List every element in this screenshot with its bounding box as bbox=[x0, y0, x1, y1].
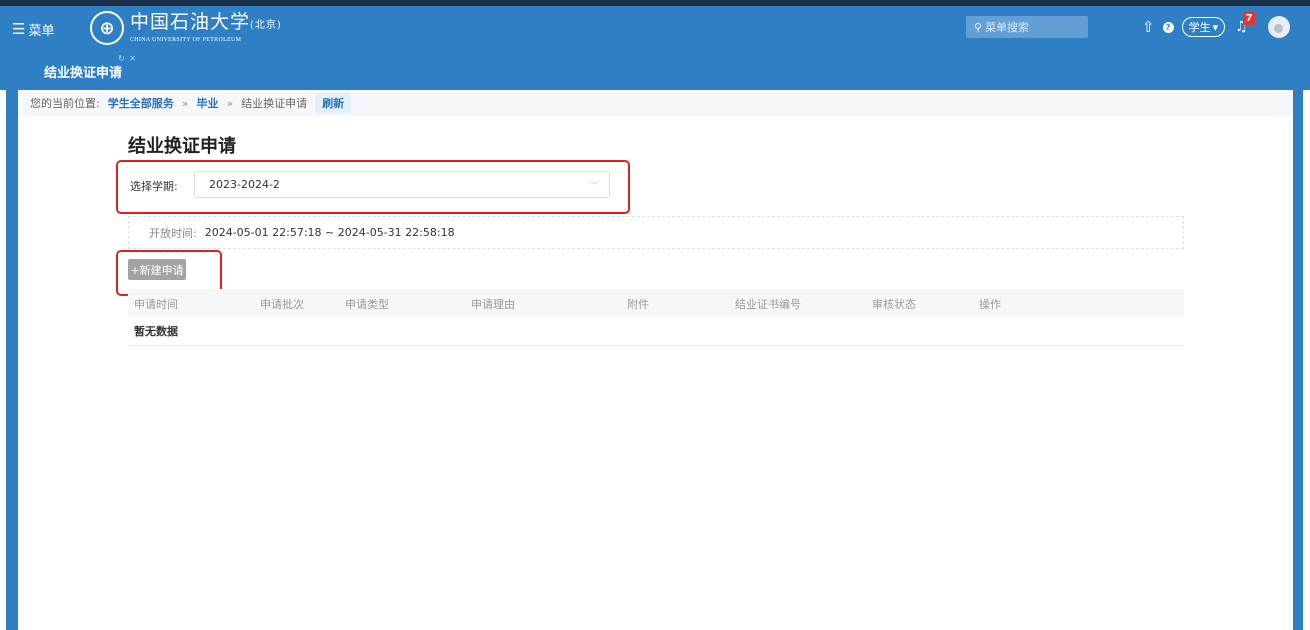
chevron-down-icon: ﹀ bbox=[589, 182, 599, 192]
breadcrumb-item-graduation[interactable]: 毕业 bbox=[196, 95, 218, 111]
page-title: 结业换证申请 bbox=[128, 136, 236, 157]
column-header: 申请理由 bbox=[471, 298, 515, 311]
user-icon bbox=[1274, 24, 1284, 33]
logo-text: 中国石油大学(北京) CHINA UNIVERSITY OF PETROLEUM bbox=[130, 12, 282, 44]
top-strip bbox=[0, 0, 1310, 6]
breadcrumb-item-current: 结业换证申请 bbox=[241, 97, 308, 110]
logo-cn-suffix: (北京) bbox=[250, 20, 282, 31]
breadcrumb: 您的当前位置: 学生全部服务 » 毕业 » 结业换证申请 刷新 bbox=[18, 90, 1293, 116]
menu-search-input[interactable] bbox=[985, 20, 1076, 34]
breadcrumb-prefix: 您的当前位置: bbox=[30, 97, 100, 110]
semester-select[interactable]: 2023-2024-2 ﹀ bbox=[194, 171, 610, 198]
university-emblem-icon: ⊕ bbox=[90, 11, 124, 45]
column-header: 申请类型 bbox=[345, 298, 389, 311]
column-header: 申请批次 bbox=[260, 298, 304, 311]
new-application-button[interactable]: +新建申请 bbox=[128, 259, 186, 280]
open-time-label: 开放时间: bbox=[149, 226, 197, 240]
hamburger-icon: ☰ bbox=[12, 20, 26, 38]
column-header: 申请时间 bbox=[134, 298, 178, 311]
table-header: 申请时间 申请批次 申请类型 申请理由 附件 结业证书编号 审核状态 操作 bbox=[128, 289, 1184, 317]
close-tab-icon[interactable]: ✕ bbox=[129, 54, 137, 63]
breadcrumb-separator: » bbox=[226, 96, 234, 110]
logo-en: CHINA UNIVERSITY OF PETROLEUM bbox=[130, 37, 242, 43]
column-header: 结业证书编号 bbox=[735, 298, 801, 311]
role-label: 学生 bbox=[1188, 21, 1211, 34]
logo-cn: 中国石油大学 bbox=[130, 11, 251, 33]
content-frame: 您的当前位置: 学生全部服务 » 毕业 » 结业换证申请 刷新 结业换证申请 选… bbox=[6, 90, 1303, 630]
semester-value: 2023-2024-2 bbox=[209, 178, 280, 191]
avatar[interactable] bbox=[1267, 16, 1290, 38]
semester-label: 选择学期: bbox=[130, 180, 178, 193]
theme-shirt-icon[interactable]: ⇧ bbox=[1142, 18, 1155, 36]
menu-search[interactable]: ⚲ bbox=[966, 16, 1088, 38]
tab-bar: 结业换证申请 ↻ ✕ bbox=[0, 52, 1310, 90]
open-time-value: 2024-05-01 22:57:18 ~ 2024-05-31 22:58:1… bbox=[204, 226, 455, 239]
column-header: 操作 bbox=[979, 298, 1001, 311]
notification-bell[interactable]: ♫ 7 bbox=[1235, 12, 1256, 35]
refresh-button[interactable]: 刷新 bbox=[315, 93, 352, 113]
search-icon: ⚲ bbox=[974, 20, 983, 34]
open-time-panel: 开放时间: 2024-05-01 22:57:18 ~ 2024-05-31 2… bbox=[128, 216, 1184, 249]
menu-label: 菜单 bbox=[28, 24, 55, 39]
refresh-tab-icon[interactable]: ↻ bbox=[118, 54, 126, 63]
table-empty-row: 暂无数据 bbox=[128, 317, 1184, 346]
caret-down-icon: ▾ bbox=[1212, 20, 1219, 34]
column-header: 附件 bbox=[627, 298, 649, 311]
breadcrumb-item-student-services[interactable]: 学生全部服务 bbox=[108, 95, 174, 111]
tab-tools: ↻ ✕ bbox=[118, 54, 137, 63]
content-panel: 您的当前位置: 学生全部服务 » 毕业 » 结业换证申请 刷新 结业换证申请 选… bbox=[18, 90, 1293, 630]
breadcrumb-separator: » bbox=[181, 96, 189, 110]
top-nav-bar: ☰ 菜单 ⊕ 中国石油大学(北京) CHINA UNIVERSITY OF PE… bbox=[0, 0, 1310, 52]
top-right-toolbar: ⇧ ? 学生 ▾ ♫ 7 bbox=[1142, 12, 1290, 40]
notification-badge: 7 bbox=[1243, 12, 1256, 25]
column-header: 审核状态 bbox=[872, 298, 916, 311]
university-logo: ⊕ 中国石油大学(北京) CHINA UNIVERSITY OF PETROLE… bbox=[90, 11, 282, 45]
help-icon[interactable]: ? bbox=[1162, 21, 1174, 33]
menu-button[interactable]: ☰ 菜单 bbox=[12, 20, 55, 40]
role-switch-button[interactable]: 学生 ▾ bbox=[1181, 17, 1226, 37]
